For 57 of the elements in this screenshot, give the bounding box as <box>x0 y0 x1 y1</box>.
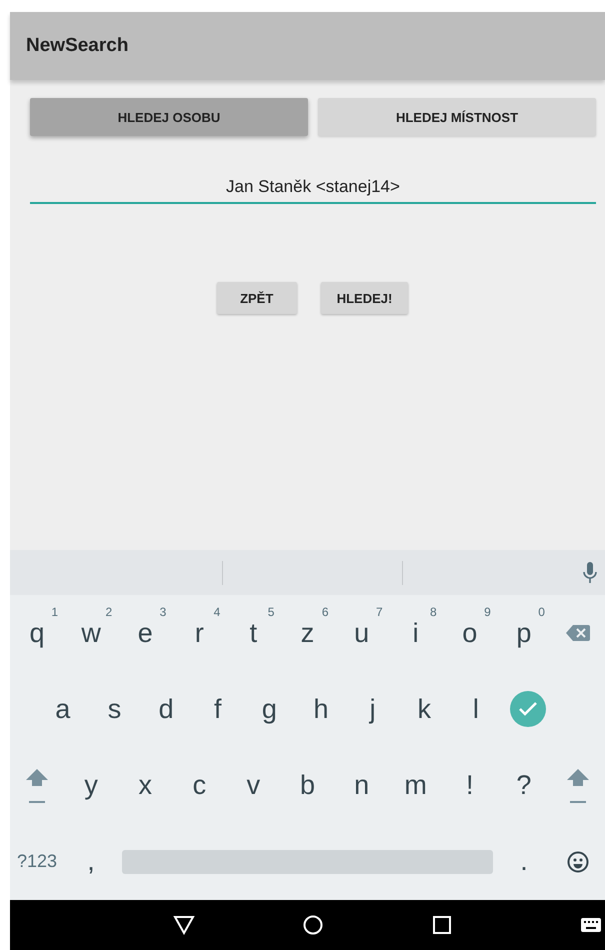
backspace-icon[interactable] <box>566 625 590 642</box>
home-icon[interactable] <box>303 915 323 935</box>
keyboard-key[interactable]: k <box>398 671 450 748</box>
keyboard-key[interactable]: v <box>226 748 280 824</box>
search-field[interactable]: Jan Staněk <stanej14> <box>30 172 596 204</box>
keyboard-key[interactable]: p 0 <box>496 595 551 672</box>
microphone-icon[interactable] <box>583 562 597 584</box>
keyboard-key[interactable]: g <box>244 671 296 748</box>
keyboard-key[interactable]: w 2 <box>64 595 118 672</box>
keyboard-key[interactable]: j <box>346 671 398 748</box>
smiley-icon[interactable] <box>567 850 589 873</box>
keyboard-key[interactable]: , <box>64 824 118 900</box>
checkmark-icon[interactable] <box>510 691 546 728</box>
keyboard-icon[interactable] <box>581 918 601 932</box>
keyboard-key[interactable]: c <box>172 748 226 824</box>
keyboard-key[interactable]: z 6 <box>280 595 335 672</box>
keyboard-key[interactable]: x <box>118 748 172 824</box>
keyboard-key[interactable]: a <box>37 671 89 748</box>
key-hint: 2 <box>105 605 112 619</box>
keyboard-key[interactable]: h <box>295 671 347 748</box>
keyboard-key[interactable]: o 9 <box>442 595 497 672</box>
keyboard-key[interactable]: ? <box>496 748 551 824</box>
key-hint: 0 <box>538 605 545 619</box>
keyboard-key[interactable]: l <box>450 671 502 748</box>
shift-icon[interactable] <box>566 766 590 805</box>
key-hint: 3 <box>160 605 166 619</box>
keyboard-key[interactable]: i 8 <box>388 595 443 672</box>
keyboard-key[interactable]: b <box>280 748 335 824</box>
keyboard-key[interactable]: e 3 <box>118 595 172 672</box>
key-hint: 6 <box>322 605 329 619</box>
keyboard-key[interactable]: ! <box>442 748 497 824</box>
key-hint: 7 <box>376 605 383 619</box>
back-icon[interactable] <box>173 915 195 935</box>
key-hint: 4 <box>214 605 220 619</box>
keyboard-key[interactable]: m <box>388 748 443 824</box>
app-title: NewSearch <box>26 35 128 57</box>
keyboard-key[interactable]: y <box>64 748 118 824</box>
keyboard-key[interactable]: d <box>140 671 192 748</box>
keyboard-key[interactable]: . <box>497 824 551 900</box>
keyboard-key[interactable]: s <box>88 671 140 748</box>
key-hint: 1 <box>51 605 58 619</box>
keyboard-key[interactable]: u 7 <box>334 595 389 672</box>
tab[interactable]: HLEDEJ MÍSTNOST <box>318 98 596 136</box>
tab[interactable]: HLEDEJ OSOBU <box>30 98 308 136</box>
action-button[interactable]: ZPĚT <box>216 282 297 314</box>
key-hint: 5 <box>268 605 274 619</box>
symbols-key[interactable]: ?123 <box>10 824 64 900</box>
recents-icon[interactable] <box>433 916 451 934</box>
keyboard-key[interactable]: r 4 <box>172 595 226 672</box>
action-button[interactable]: HLEDEJ! <box>320 282 408 314</box>
key-hint: 8 <box>430 605 437 619</box>
keyboard-key[interactable]: f <box>192 671 244 748</box>
shift-icon[interactable] <box>25 766 50 805</box>
keyboard-key[interactable]: t 5 <box>226 595 280 672</box>
key-hint: 9 <box>484 605 491 619</box>
keyboard-key[interactable]: n <box>334 748 389 824</box>
keyboard-key[interactable]: q 1 <box>10 595 64 672</box>
